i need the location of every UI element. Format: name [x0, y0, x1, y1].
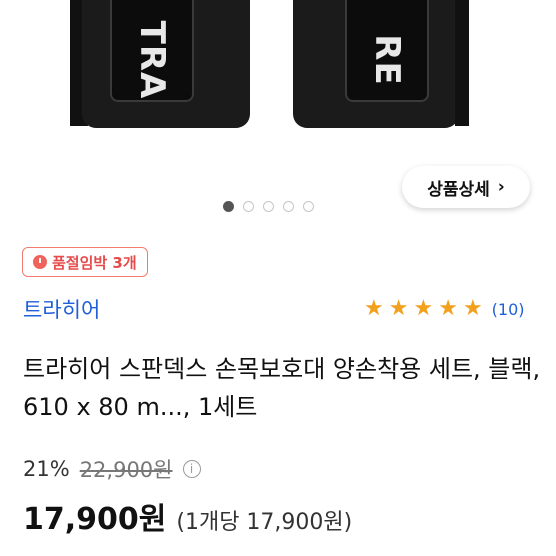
patch-text-left: TRA — [132, 20, 172, 100]
original-price: 22,900원 — [79, 458, 173, 482]
carousel-indicator — [223, 201, 314, 212]
carousel-dot-5[interactable] — [303, 201, 314, 212]
chevron-right-icon: › — [497, 177, 505, 197]
carousel-dot-2[interactable] — [243, 201, 254, 212]
carousel-dot-1[interactable] — [223, 201, 234, 212]
low-stock-label: 품절임박 3개 — [52, 253, 137, 272]
discount-rate: 21% — [23, 457, 70, 481]
sale-price: 17,900원 — [23, 502, 167, 537]
product-image-carousel[interactable]: TRA RE 상품상세 › — [0, 0, 556, 230]
alarm-clock-icon — [33, 255, 47, 269]
brand-link[interactable]: 트라히어 — [23, 294, 100, 324]
star-icon: ★ — [462, 296, 483, 321]
carousel-dot-3[interactable] — [263, 201, 274, 212]
review-count[interactable]: (10) — [492, 300, 525, 319]
product-title: 트라히어 스판덱스 손목보호대 양손착용 세트, 블랙, 610 x 80 m.… — [23, 355, 541, 421]
info-icon[interactable]: i — [182, 460, 201, 478]
low-stock-badge: 품절임박 3개 — [22, 247, 148, 277]
unit-price: (1개당 17,900원) — [176, 510, 353, 535]
strap-shadow-right — [455, 0, 469, 126]
carousel-dot-4[interactable] — [283, 201, 294, 212]
brand-patch-left: TRA — [110, 0, 194, 102]
product-detail-button[interactable]: 상품상세 › — [402, 166, 530, 208]
star-icon: ★ — [388, 296, 409, 321]
star-icon: ★ — [413, 296, 434, 321]
star-icon: ★ — [438, 296, 458, 321]
price-row: 17,900원 (1개당 17,900원) — [23, 494, 352, 538]
product-detail-label: 상품상세 — [427, 179, 490, 200]
discount-row: 21% 22,900원 i — [23, 454, 201, 484]
star-icon: ★ — [364, 296, 384, 321]
patch-text-right: RE — [367, 34, 407, 86]
brand-patch-right: RE — [345, 0, 429, 102]
rating[interactable]: ★ ★ ★ ★ ★ (10) — [364, 298, 525, 320]
